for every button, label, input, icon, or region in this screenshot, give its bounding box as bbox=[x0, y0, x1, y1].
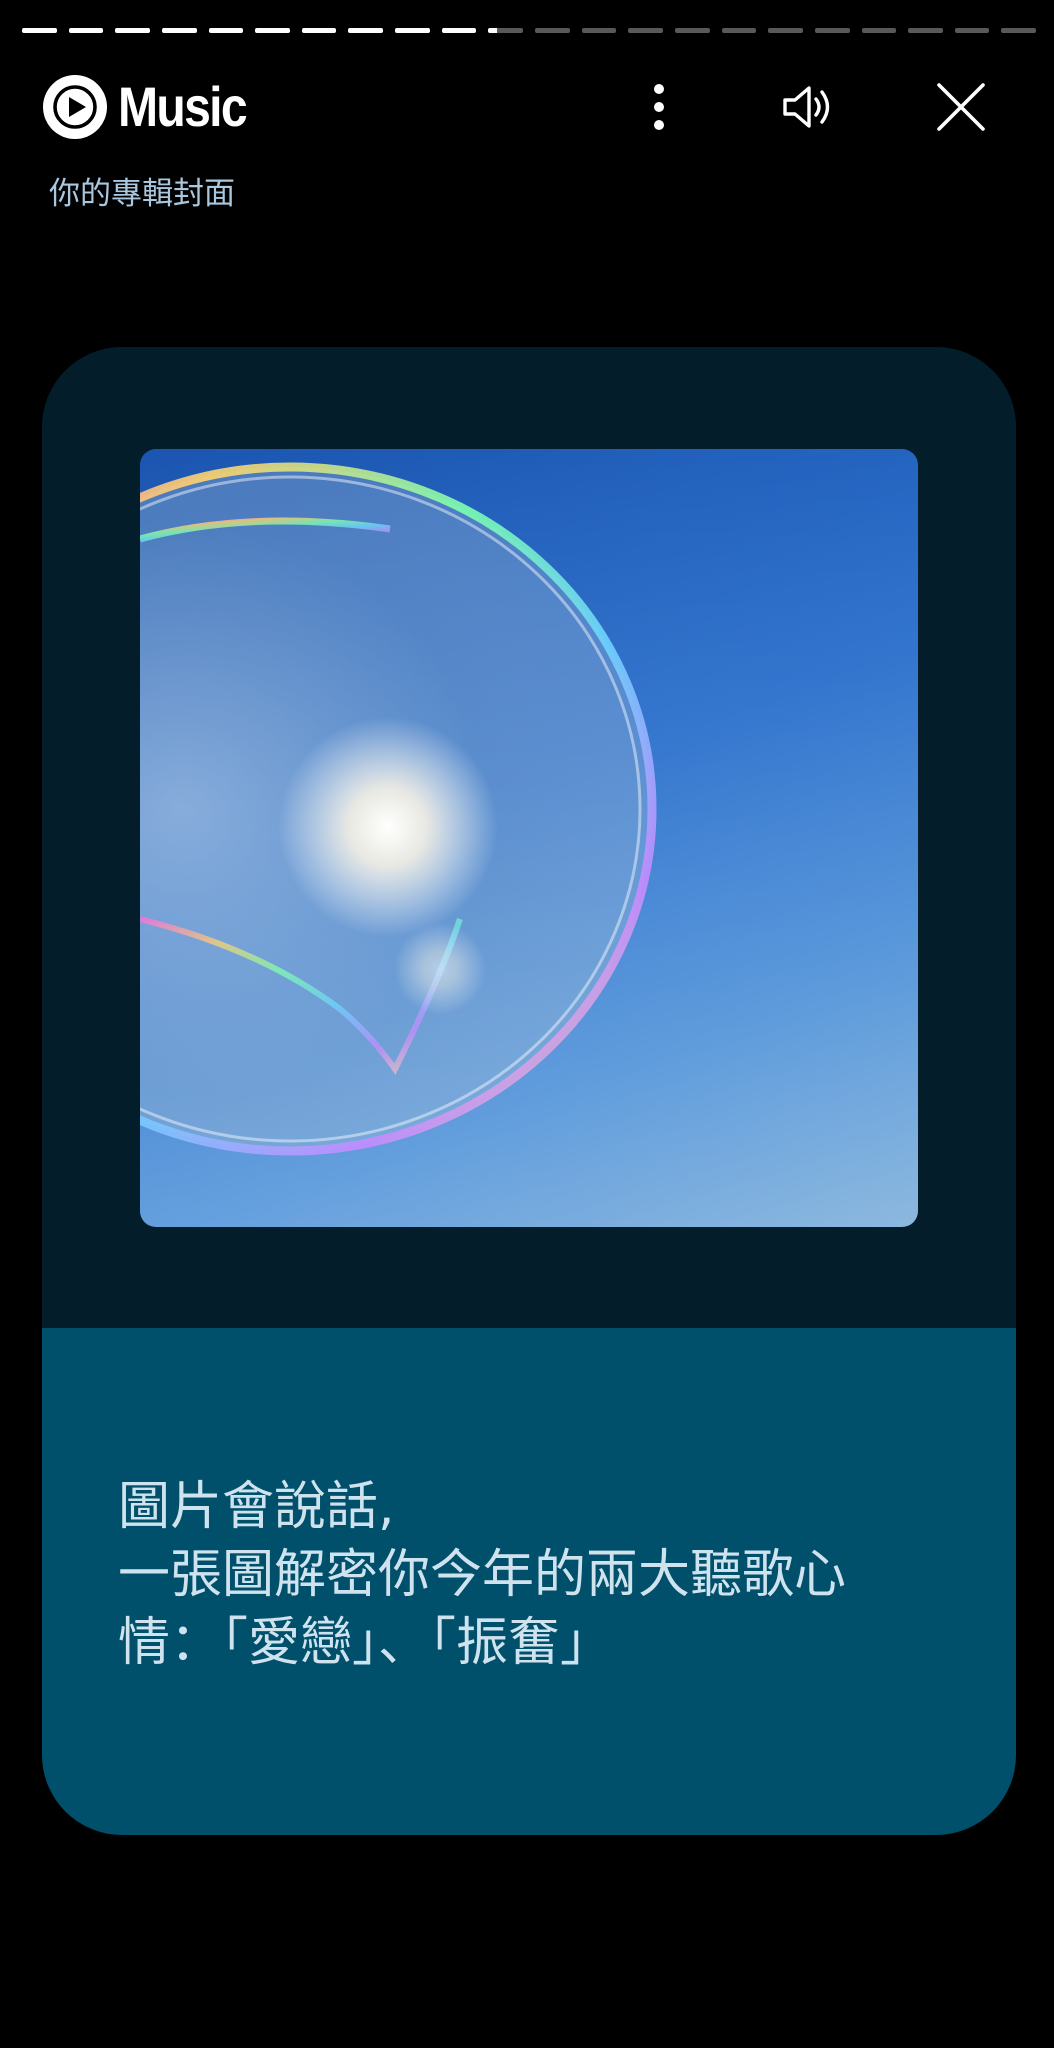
progress-segment bbox=[208, 28, 244, 33]
close-button[interactable] bbox=[926, 72, 996, 142]
soap-bubble-illustration bbox=[140, 449, 918, 1227]
sound-toggle-button[interactable] bbox=[774, 72, 844, 142]
progress-segment bbox=[768, 28, 803, 33]
progress-segment bbox=[674, 28, 710, 33]
close-icon bbox=[937, 83, 985, 131]
progress-segment bbox=[535, 28, 570, 33]
progress-segment bbox=[115, 28, 150, 33]
progress-segment bbox=[488, 28, 524, 33]
story-progress-bar bbox=[22, 28, 1037, 33]
card-caption-area: 圖片會說話, 一張圖解密你今年的兩大聽歌心 情：「愛戀」、「振奮」 bbox=[42, 1328, 1016, 1835]
youtube-music-play-icon bbox=[43, 75, 107, 139]
progress-segment bbox=[255, 28, 290, 33]
story-subtitle: 你的專輯封面 bbox=[49, 176, 235, 212]
progress-segment bbox=[1001, 28, 1037, 33]
volume-on-icon bbox=[783, 86, 830, 128]
more-vert-icon bbox=[654, 84, 664, 130]
progress-segment bbox=[721, 28, 757, 33]
progress-segment bbox=[628, 28, 663, 33]
progress-segment bbox=[395, 28, 430, 33]
album-cover-image bbox=[140, 449, 918, 1227]
recap-card: 圖片會說話, 一張圖解密你今年的兩大聽歌心 情：「愛戀」、「振奮」 bbox=[42, 347, 1016, 1835]
card-caption: 圖片會說話, 一張圖解密你今年的兩大聽歌心 情：「愛戀」、「振奮」 bbox=[118, 1473, 958, 1677]
progress-segment bbox=[22, 28, 57, 33]
progress-segment bbox=[348, 28, 384, 33]
progress-segment bbox=[161, 28, 197, 33]
progress-segment bbox=[861, 28, 897, 33]
caption-line: 情：「愛戀」、「振奮」 bbox=[118, 1613, 613, 1673]
youtube-music-logo: Music bbox=[42, 74, 267, 140]
progress-segment bbox=[954, 28, 990, 33]
more-options-button[interactable] bbox=[624, 72, 694, 142]
progress-segment bbox=[68, 28, 104, 33]
caption-line: 圖片會說話, bbox=[118, 1477, 395, 1537]
app-name: Music bbox=[118, 75, 248, 138]
progress-segment bbox=[814, 28, 850, 33]
progress-segment bbox=[908, 28, 943, 33]
progress-segment bbox=[441, 28, 477, 33]
progress-segment bbox=[581, 28, 617, 33]
card-image-area bbox=[42, 347, 1016, 1328]
caption-line: 一張圖解密你今年的兩大聽歌心 bbox=[118, 1545, 847, 1605]
progress-segment bbox=[301, 28, 337, 33]
